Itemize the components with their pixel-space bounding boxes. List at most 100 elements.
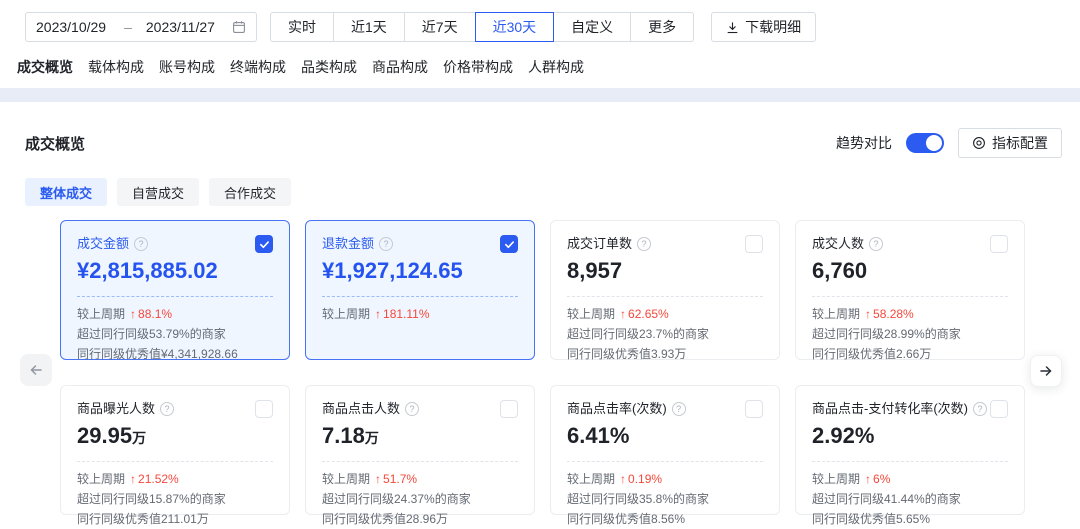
metric-value: 7.18万: [322, 423, 518, 449]
metric-title: 商品曝光人数: [77, 400, 155, 418]
trend-compare-toggle[interactable]: [906, 133, 944, 153]
metric-checkbox[interactable]: [255, 400, 273, 418]
metric-card-buyer-count[interactable]: 成交人数 6,760 较上周期 ↑58.28% 超过同行同级28.99%的商家 …: [795, 220, 1025, 360]
metric-checkbox[interactable]: [745, 400, 763, 418]
tab-audience-mix[interactable]: 人群构成: [528, 57, 584, 77]
compare-line: 较上周期 ↑58.28%: [812, 304, 1008, 324]
cards-row-2: 商品曝光人数 29.95万 较上周期 ↑21.52% 超过同行同级15.87%的…: [60, 385, 1025, 515]
metric-checkbox[interactable]: [990, 235, 1008, 253]
metric-card-click-rate[interactable]: 商品点击率(次数) 6.41% 较上周期 ↑0.19% 超过同行同级35.8%的…: [550, 385, 780, 515]
compare-line: 较上周期 ↑62.65%: [567, 304, 763, 324]
range-button-custom[interactable]: 自定义: [553, 12, 631, 42]
range-button-more[interactable]: 更多: [630, 12, 694, 42]
download-label: 下载明细: [745, 17, 801, 37]
metric-card-exposure-users[interactable]: 商品曝光人数 29.95万 较上周期 ↑21.52% 超过同行同级15.87%的…: [60, 385, 290, 515]
analysis-nav-tabs: 成交概览 载体构成 账号构成 终端构成 品类构成 商品构成 价格带构成 人群构成: [0, 42, 1080, 88]
compare-line: 较上周期 ↑51.7%: [322, 469, 518, 489]
tab-carrier-mix[interactable]: 载体构成: [88, 57, 144, 77]
metric-card-click-pay-conversion[interactable]: 商品点击-支付转化率(次数) 2.92% 较上周期 ↑6% 超过同行同级41.4…: [795, 385, 1025, 515]
info-icon[interactable]: [973, 402, 987, 416]
subtab-self-operated[interactable]: 自营成交: [117, 178, 199, 206]
metric-checkbox[interactable]: [990, 400, 1008, 418]
page-title: 成交概览: [25, 133, 85, 154]
info-icon[interactable]: [405, 402, 419, 416]
card-divider: [77, 296, 273, 297]
metric-card-deal-amount[interactable]: 成交金额 ¥2,815,885.02 较上周期 ↑88.1% 超过同行同级53.…: [60, 220, 290, 360]
tab-product-mix[interactable]: 商品构成: [372, 57, 428, 77]
carousel-prev-button[interactable]: [20, 354, 52, 386]
metric-value: ¥2,815,885.02: [77, 258, 273, 284]
arrow-up-icon: ↑: [375, 304, 381, 324]
arrow-up-icon: ↑: [865, 469, 871, 489]
info-icon[interactable]: [134, 237, 148, 251]
download-icon: [726, 21, 739, 34]
peer-best-line: 同行同级优秀值2.66万: [812, 344, 1008, 364]
card-divider: [322, 296, 518, 297]
arrow-up-icon: ↑: [375, 469, 381, 489]
metric-title: 商品点击率(次数): [567, 400, 667, 418]
card-divider: [812, 461, 1008, 462]
subtab-cooperative[interactable]: 合作成交: [209, 178, 291, 206]
compare-line: 较上周期 ↑0.19%: [567, 469, 763, 489]
date-start: 2023/10/29: [36, 19, 106, 35]
metric-checkbox[interactable]: [500, 400, 518, 418]
section-divider-band: [0, 88, 1080, 102]
range-button-1day[interactable]: 近1天: [333, 12, 405, 42]
tab-account-mix[interactable]: 账号构成: [159, 57, 215, 77]
metric-checkbox[interactable]: [255, 235, 273, 253]
top-toolbar: 2023/10/29 – 2023/11/27 实时 近1天 近7天 近30天 …: [0, 0, 1080, 42]
date-range-picker[interactable]: 2023/10/29 – 2023/11/27: [25, 12, 257, 42]
toggle-knob: [926, 135, 942, 151]
peer-rank-line: 超过同行同级53.79%的商家: [77, 324, 273, 344]
info-icon[interactable]: [869, 237, 883, 251]
calendar-icon: [232, 20, 246, 34]
peer-rank-line: 超过同行同级35.8%的商家: [567, 489, 763, 509]
peer-rank-line: 超过同行同级28.99%的商家: [812, 324, 1008, 344]
range-button-7day[interactable]: 近7天: [404, 12, 476, 42]
compare-line: 较上周期 ↑21.52%: [77, 469, 273, 489]
peer-best-line: 同行同级优秀值3.93万: [567, 344, 763, 364]
range-button-30day[interactable]: 近30天: [475, 12, 555, 42]
metric-value: 6,760: [812, 258, 1008, 284]
peer-best-line: 同行同级优秀值211.01万: [77, 509, 273, 529]
tab-terminal-mix[interactable]: 终端构成: [230, 57, 286, 77]
time-range-group: 实时 近1天 近7天 近30天 自定义 更多: [270, 12, 694, 42]
card-divider: [77, 461, 273, 462]
tab-price-band-mix[interactable]: 价格带构成: [443, 57, 513, 77]
peer-rank-line: 超过同行同级15.87%的商家: [77, 489, 273, 509]
tab-category-mix[interactable]: 品类构成: [301, 57, 357, 77]
card-divider: [322, 461, 518, 462]
date-separator: –: [124, 19, 132, 35]
range-button-realtime[interactable]: 实时: [270, 12, 334, 42]
arrow-up-icon: ↑: [130, 469, 136, 489]
info-icon[interactable]: [637, 237, 651, 251]
deal-type-subtabs: 整体成交 自营成交 合作成交: [25, 178, 1080, 206]
arrow-up-icon: ↑: [865, 304, 871, 324]
peer-best-line: 同行同级优秀值8.56%: [567, 509, 763, 529]
metric-card-click-users[interactable]: 商品点击人数 7.18万 较上周期 ↑51.7% 超过同行同级24.37%的商家…: [305, 385, 535, 515]
metric-config-icon: [972, 136, 986, 150]
compare-line: 较上周期 ↑6%: [812, 469, 1008, 489]
peer-rank-line: 超过同行同级23.7%的商家: [567, 324, 763, 344]
tab-deal-overview[interactable]: 成交概览: [17, 57, 73, 77]
metric-card-order-count[interactable]: 成交订单数 8,957 较上周期 ↑62.65% 超过同行同级23.7%的商家 …: [550, 220, 780, 360]
metric-card-refund-amount[interactable]: 退款金额 ¥1,927,124.65 较上周期 ↑181.11%: [305, 220, 535, 360]
metric-title: 商品点击-支付转化率(次数): [812, 400, 968, 418]
carousel-next-button[interactable]: [1030, 355, 1062, 387]
cards-row-1: 成交金额 ¥2,815,885.02 较上周期 ↑88.1% 超过同行同级53.…: [60, 220, 1025, 360]
info-icon[interactable]: [672, 402, 686, 416]
peer-best-line: 同行同级优秀值28.96万: [322, 509, 518, 529]
peer-rank-line: 超过同行同级24.37%的商家: [322, 489, 518, 509]
info-icon[interactable]: [160, 402, 174, 416]
metric-value: 8,957: [567, 258, 763, 284]
metric-checkbox[interactable]: [745, 235, 763, 253]
download-detail-button[interactable]: 下载明细: [711, 12, 816, 42]
metric-config-button[interactable]: 指标配置: [958, 128, 1062, 158]
trend-compare-label: 趋势对比: [836, 133, 892, 153]
subtab-overall[interactable]: 整体成交: [25, 178, 107, 206]
metric-checkbox[interactable]: [500, 235, 518, 253]
info-icon[interactable]: [379, 237, 393, 251]
metric-title: 商品点击人数: [322, 400, 400, 418]
header-controls: 趋势对比 指标配置: [836, 128, 1062, 158]
metric-value: 6.41%: [567, 423, 763, 449]
